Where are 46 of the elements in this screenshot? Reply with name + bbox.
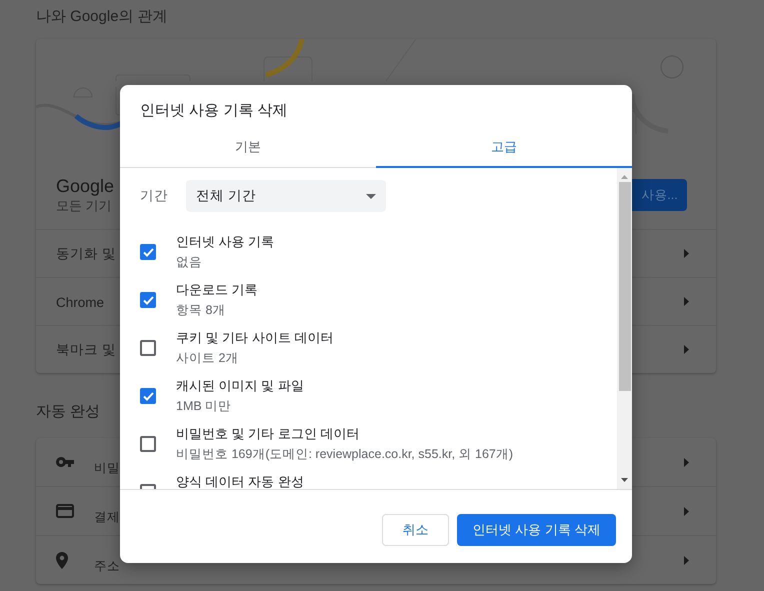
arrow-right-icon [684, 297, 689, 306]
option-title: 인터넷 사용 기록 [176, 233, 274, 251]
arrow-right-icon [684, 249, 689, 258]
option-title: 다운로드 기록 [176, 281, 258, 299]
sync-button[interactable]: 사용... [632, 179, 687, 211]
option-title: 비밀번호 및 기타 로그인 데이터 [176, 425, 360, 443]
settings-row-label[interactable]: 북마크 및 [56, 342, 116, 356]
settings-row-label[interactable]: 주소 [94, 546, 120, 574]
section-heading: 자동 완성 [36, 402, 100, 422]
checkbox[interactable] [140, 340, 156, 356]
clear-data-button[interactable]: 인터넷 사용 기록 삭제 [457, 514, 616, 546]
settings-row-label[interactable]: 동기화 및 [56, 246, 116, 260]
tab[interactable]: 고급 [376, 128, 632, 168]
settings-row-label[interactable]: 결제 [94, 496, 120, 526]
account-subtitle: 모든 기기 [56, 196, 112, 214]
option-title: 캐시된 이미지 및 파일 [176, 377, 304, 395]
settings-row-label[interactable]: 비밀 [94, 448, 120, 476]
account-title: Google [56, 176, 114, 196]
checkbox[interactable] [140, 292, 156, 308]
checkbox[interactable] [140, 388, 156, 404]
caret-icon [366, 194, 376, 198]
period-dropdown[interactable]: 전체 기간 [186, 180, 386, 212]
arrow-right-icon [684, 345, 689, 354]
option-detail: 1MB 미만 [176, 398, 232, 415]
option-detail: 없음 [176, 254, 202, 271]
option-detail: 비밀번호 169개(도메인: reviewplace.co.kr, s55.kr, 외 167개) [176, 446, 514, 463]
option-detail: 사이트 2개 [176, 350, 238, 367]
arrow-right-icon [684, 506, 689, 516]
arrow-right-icon [684, 458, 689, 466]
cancel-button[interactable]: 취소 [382, 514, 449, 546]
checkbox[interactable] [140, 436, 156, 452]
option-detail: 항목 8개 [176, 302, 226, 319]
scroll-down-icon[interactable] [621, 478, 628, 482]
key-icon [56, 457, 74, 467]
period-label: 기간 [140, 187, 168, 205]
option-title: 양식 데이터 자동 완성 [176, 473, 304, 489]
section-heading: 나와 Google의 관계 [36, 7, 168, 27]
location-pin-icon [56, 552, 68, 568]
settings-row-label[interactable]: Chrome [56, 294, 104, 310]
arrow-right-icon [684, 556, 689, 564]
dialog-title: 인터넷 사용 기록 삭제 [140, 101, 288, 121]
scrollbar[interactable] [617, 168, 632, 489]
checkbox[interactable] [140, 244, 156, 260]
tab[interactable]: 기본 [120, 128, 376, 168]
credit-card-icon [56, 504, 74, 518]
option-title: 쿠키 및 기타 사이트 데이터 [176, 329, 334, 347]
